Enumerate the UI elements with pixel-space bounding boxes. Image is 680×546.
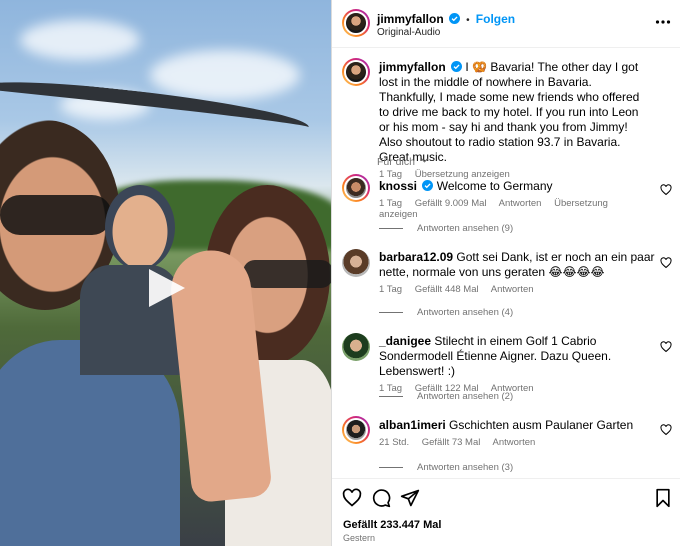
- view-replies-button[interactable]: Antworten ansehen (4): [379, 307, 513, 318]
- heart-icon[interactable]: [342, 488, 362, 508]
- sort-label: Für dich: [377, 156, 415, 168]
- chevron-down-icon: [420, 158, 428, 163]
- comment-username[interactable]: alban1imeri: [379, 418, 446, 432]
- caption-avatar[interactable]: [342, 58, 370, 86]
- comment-text: Gschichten ausm Paulaner Garten: [449, 418, 634, 432]
- verified-badge-icon: [422, 180, 434, 191]
- audio-label[interactable]: Original-Audio: [377, 27, 440, 38]
- comment-text: Welcome to Germany: [436, 179, 553, 193]
- heart-icon[interactable]: [660, 257, 672, 269]
- comment-item: _danigee Stilecht in einem Golf 1 Cabrio…: [342, 333, 672, 403]
- translate-button[interactable]: Übersetzung anzeigen: [379, 198, 608, 220]
- sort-for-you-button[interactable]: Für dich: [377, 156, 429, 168]
- caption-username[interactable]: jimmyfallon: [379, 60, 446, 74]
- post-video[interactable]: [0, 0, 331, 546]
- comment-avatar[interactable]: [342, 333, 370, 361]
- comment-likes[interactable]: Gefällt 73 Mal: [422, 437, 481, 448]
- comment-time[interactable]: 1 Tag: [379, 284, 402, 295]
- comment-time[interactable]: 21 Std.: [379, 437, 409, 448]
- sky-cloud: [150, 50, 300, 100]
- comment-icon[interactable]: [371, 488, 391, 508]
- comment-likes[interactable]: Gefällt 448 Mal: [415, 284, 479, 295]
- sunglasses-right: [243, 260, 331, 288]
- verified-badge-icon: [449, 13, 461, 24]
- post-action-bar: Gefällt 233.447 Mal Gestern: [332, 478, 680, 546]
- view-replies-button[interactable]: Antworten ansehen (3): [379, 462, 513, 473]
- follow-button[interactable]: Folgen: [476, 12, 515, 26]
- comment-avatar[interactable]: [342, 416, 370, 444]
- play-icon: [149, 269, 185, 307]
- comment-username[interactable]: barbara12.09: [379, 250, 453, 264]
- comment-username[interactable]: knossi: [379, 179, 417, 193]
- comment-item: knossi Welcome to Germany 1 Tag Gefällt …: [342, 174, 672, 244]
- comment-avatar[interactable]: [342, 249, 370, 277]
- heart-icon[interactable]: [660, 184, 672, 196]
- bookmark-icon[interactable]: [653, 488, 673, 508]
- post-like-count[interactable]: Gefällt 233.447 Mal: [343, 519, 441, 531]
- sky-cloud: [20, 20, 140, 60]
- comment-avatar[interactable]: [342, 174, 370, 202]
- author-avatar[interactable]: [342, 9, 370, 37]
- post-details-panel: jimmyfallon • Folgen Original-Audio jimm…: [331, 0, 680, 546]
- caption-text: I 🥨 Bavaria! The other day I got lost in…: [379, 60, 640, 164]
- post-header: jimmyfallon • Folgen Original-Audio: [332, 0, 680, 48]
- reply-button[interactable]: Antworten: [499, 198, 542, 209]
- post-date[interactable]: Gestern: [343, 533, 375, 543]
- share-icon[interactable]: [400, 488, 420, 508]
- comment-item: alban1imeri Gschichten ausm Paulaner Gar…: [342, 416, 672, 476]
- post-caption: jimmyfallon I 🥨 Bavaria! The other day I…: [342, 58, 672, 180]
- comment-username[interactable]: _danigee: [379, 334, 431, 348]
- comment-likes[interactable]: Gefällt 9.009 Mal: [415, 198, 487, 209]
- verified-badge-icon: [451, 61, 463, 72]
- view-replies-button[interactable]: Antworten ansehen (9): [379, 223, 513, 234]
- reply-button[interactable]: Antworten: [493, 437, 536, 448]
- heart-icon[interactable]: [660, 341, 672, 353]
- person-middle: [105, 185, 175, 270]
- view-replies-button[interactable]: Antworten ansehen (2): [379, 391, 513, 402]
- comment-item: barbara12.09 Gott sei Dank, ist er noch …: [342, 249, 672, 319]
- play-button[interactable]: [143, 265, 189, 311]
- comment-time[interactable]: 1 Tag: [379, 198, 402, 209]
- reply-button[interactable]: Antworten: [491, 284, 534, 295]
- more-options-icon[interactable]: [655, 14, 671, 30]
- heart-icon[interactable]: [660, 424, 672, 436]
- author-username[interactable]: jimmyfallon: [377, 12, 444, 26]
- sunglasses-left: [0, 195, 112, 235]
